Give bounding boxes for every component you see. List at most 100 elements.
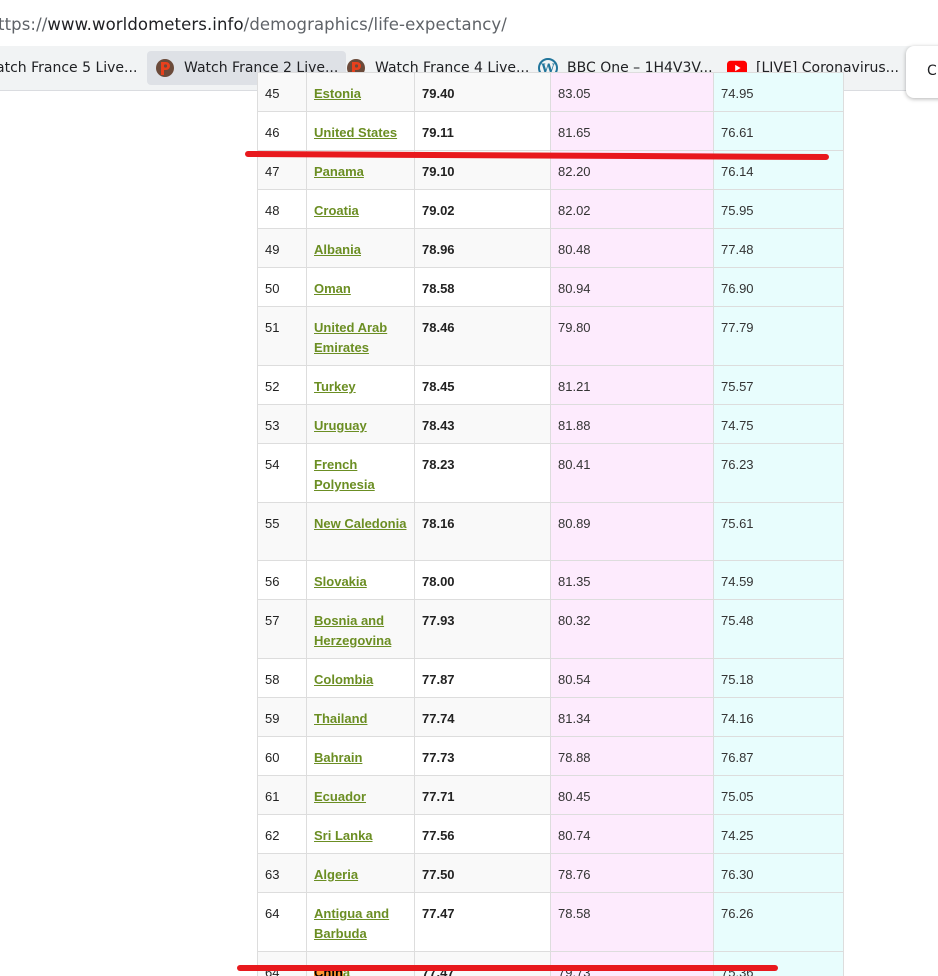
country-cell: China	[306, 951, 415, 976]
male-cell: 75.61	[713, 502, 844, 561]
country-link[interactable]: Thailand	[314, 711, 367, 726]
country-cell: Slovakia	[306, 560, 415, 600]
rank-cell: 51	[257, 306, 307, 366]
address-bar[interactable]: ttps://www.worldometers.info/demographic…	[0, 0, 938, 46]
male-cell: 76.23	[713, 443, 844, 503]
male-cell: 76.61	[713, 111, 844, 151]
table-row: 45 Estonia 79.40 83.05 74.95	[257, 72, 844, 112]
life-expectancy-table-container: 45 Estonia 79.40 83.05 74.95 46 United S…	[257, 72, 844, 976]
url-path: /demographics/life-expectancy/	[243, 15, 507, 34]
country-link[interactable]: Slovakia	[314, 574, 367, 589]
country-link[interactable]: Colombia	[314, 672, 373, 687]
country-link[interactable]: Bahrain	[314, 750, 362, 765]
male-cell: 75.05	[713, 775, 844, 815]
rank-cell: 45	[257, 72, 307, 112]
male-cell: 75.18	[713, 658, 844, 698]
country-link[interactable]: Sri Lanka	[314, 828, 373, 843]
table-row: 50 Oman 78.58 80.94 76.90	[257, 267, 844, 307]
table-row: 49 Albania 78.96 80.48 77.48	[257, 228, 844, 268]
female-cell: 80.45	[550, 775, 714, 815]
country-link[interactable]: Uruguay	[314, 418, 367, 433]
female-cell: 80.54	[550, 658, 714, 698]
female-cell: 80.41	[550, 443, 714, 503]
both-sexes-cell: 77.47	[414, 892, 551, 952]
country-link[interactable]: Ecuador	[314, 789, 366, 804]
table-row: 56 Slovakia 78.00 81.35 74.59	[257, 560, 844, 600]
bookmark-label: atch France 5 Live...	[0, 60, 138, 76]
country-link[interactable]: Estonia	[314, 86, 361, 101]
red-p-logo-icon	[155, 58, 175, 78]
country-cell: Estonia	[306, 72, 415, 112]
female-cell: 82.02	[550, 189, 714, 229]
bookmark-watch-france-5[interactable]: atch France 5 Live...	[0, 51, 137, 85]
country-link[interactable]: Croatia	[314, 203, 359, 218]
female-cell: 80.32	[550, 599, 714, 659]
both-sexes-cell: 77.47	[414, 951, 551, 976]
country-link[interactable]: Antigua and Barbuda	[314, 906, 389, 941]
country-cell: Croatia	[306, 189, 415, 229]
both-sexes-cell: 77.50	[414, 853, 551, 893]
country-link[interactable]: French Polynesia	[314, 457, 375, 492]
male-cell: 76.87	[713, 736, 844, 776]
rank-cell: 62	[257, 814, 307, 854]
country-cell: Albania	[306, 228, 415, 268]
female-cell: 81.65	[550, 111, 714, 151]
both-sexes-cell: 78.16	[414, 502, 551, 561]
both-sexes-cell: 77.56	[414, 814, 551, 854]
female-cell: 80.48	[550, 228, 714, 268]
table-row: 52 Turkey 78.45 81.21 75.57	[257, 365, 844, 405]
male-cell: 75.57	[713, 365, 844, 405]
both-sexes-cell: 78.43	[414, 404, 551, 444]
rank-cell: 54	[257, 443, 307, 503]
country-cell: Bosnia and Herzegovina	[306, 599, 415, 659]
female-cell: 79.80	[550, 306, 714, 366]
table-row: 48 Croatia 79.02 82.02 75.95	[257, 189, 844, 229]
male-cell: 74.95	[713, 72, 844, 112]
popup-letter: C	[927, 63, 937, 79]
country-link[interactable]: Turkey	[314, 379, 356, 394]
both-sexes-cell: 77.71	[414, 775, 551, 815]
both-sexes-cell: 78.96	[414, 228, 551, 268]
female-cell: 78.58	[550, 892, 714, 952]
table-row: 55 New Caledonia 78.16 80.89 75.61	[257, 502, 844, 561]
female-cell: 81.21	[550, 365, 714, 405]
table-row: 53 Uruguay 78.43 81.88 74.75	[257, 404, 844, 444]
rank-cell: 58	[257, 658, 307, 698]
country-cell: United Arab Emirates	[306, 306, 415, 366]
url-text[interactable]: ttps://www.worldometers.info/demographic…	[0, 15, 507, 34]
table-row: 54 French Polynesia 78.23 80.41 76.23	[257, 443, 844, 503]
country-cell: Antigua and Barbuda	[306, 892, 415, 952]
table-row: 61 Ecuador 77.71 80.45 75.05	[257, 775, 844, 815]
male-cell: 77.79	[713, 306, 844, 366]
female-cell: 81.35	[550, 560, 714, 600]
both-sexes-cell: 78.45	[414, 365, 551, 405]
male-cell: 74.25	[713, 814, 844, 854]
male-cell: 77.48	[713, 228, 844, 268]
rank-cell: 64	[257, 892, 307, 952]
side-popup[interactable]: C	[906, 46, 938, 98]
male-cell: 74.16	[713, 697, 844, 737]
country-link[interactable]: Oman	[314, 281, 351, 296]
country-cell: French Polynesia	[306, 443, 415, 503]
rank-cell: 49	[257, 228, 307, 268]
both-sexes-cell: 78.23	[414, 443, 551, 503]
female-cell: 80.94	[550, 267, 714, 307]
both-sexes-cell: 79.02	[414, 189, 551, 229]
country-link[interactable]: Panama	[314, 164, 364, 179]
country-link[interactable]: United Arab Emirates	[314, 320, 387, 355]
country-cell: Ecuador	[306, 775, 415, 815]
table-row: 51 United Arab Emirates 78.46 79.80 77.7…	[257, 306, 844, 366]
female-cell: 81.34	[550, 697, 714, 737]
country-link[interactable]: New Caledonia	[314, 516, 406, 531]
female-cell: 78.88	[550, 736, 714, 776]
country-link[interactable]: Albania	[314, 242, 361, 257]
country-link[interactable]: United States	[314, 125, 397, 140]
country-cell: Thailand	[306, 697, 415, 737]
country-link[interactable]: Algeria	[314, 867, 358, 882]
female-cell: 79.73	[550, 951, 714, 976]
rank-cell: 60	[257, 736, 307, 776]
country-cell: Uruguay	[306, 404, 415, 444]
country-link[interactable]: Bosnia and Herzegovina	[314, 613, 391, 648]
male-cell: 74.75	[713, 404, 844, 444]
rank-cell: 50	[257, 267, 307, 307]
